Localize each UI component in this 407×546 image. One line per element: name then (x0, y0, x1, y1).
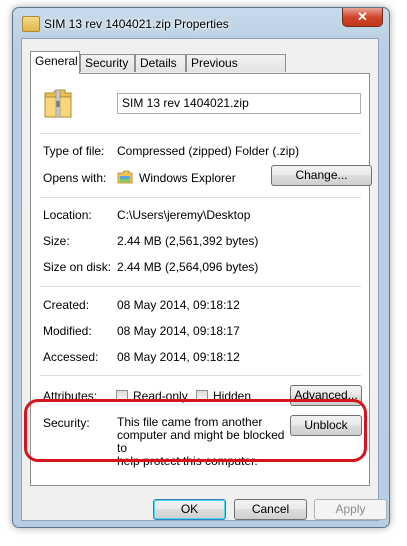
close-icon: ✕ (357, 9, 368, 24)
tab-security[interactable]: Security (80, 54, 135, 72)
tab-details[interactable]: Details (135, 54, 186, 72)
window-title: SIM 13 rev 1404021.zip Properties (44, 17, 229, 31)
divider (40, 286, 361, 287)
accessed-value: 08 May 2014, 09:18:12 (117, 350, 240, 364)
zip-folder-icon (44, 89, 72, 118)
filename-field[interactable]: SIM 13 rev 1404021.zip (117, 93, 361, 114)
ok-button[interactable]: OK (153, 499, 226, 520)
opens-with-value: Windows Explorer (139, 171, 236, 185)
title-bar[interactable]: SIM 13 rev 1404021.zip Properties ✕ (13, 8, 389, 42)
accessed-label: Accessed: (43, 350, 99, 364)
modified-label: Modified: (43, 324, 92, 338)
security-highlight-ring (24, 399, 367, 462)
tab-previous-versions[interactable]: Previous Versions (186, 54, 286, 87)
size-label: Size: (43, 234, 70, 248)
apply-button[interactable]: Apply (314, 499, 387, 520)
divider (40, 375, 361, 376)
created-label: Created: (43, 298, 90, 312)
tab-general[interactable]: General (30, 51, 80, 74)
modified-value: 08 May 2014, 09:18:17 (117, 324, 240, 338)
close-button[interactable]: ✕ (342, 8, 383, 27)
divider (40, 133, 361, 134)
location-label: Location: (43, 208, 92, 222)
zip-folder-icon (22, 16, 40, 32)
created-value: 08 May 2014, 09:18:12 (117, 298, 240, 312)
location-value: C:\Users\jeremy\Desktop (117, 208, 251, 222)
size-on-disk-label: Size on disk: (43, 260, 112, 274)
cancel-button[interactable]: Cancel (234, 499, 307, 520)
opens-with-label: Opens with: (43, 171, 107, 185)
type-label: Type of file: (43, 144, 105, 158)
divider (40, 197, 361, 198)
size-value: 2.44 MB (2,561,392 bytes) (117, 234, 259, 248)
size-on-disk-value: 2.44 MB (2,564,096 bytes) (117, 260, 259, 274)
type-value: Compressed (zipped) Folder (.zip) (117, 144, 300, 158)
change-button[interactable]: Change... (271, 165, 372, 186)
windows-explorer-icon (117, 170, 133, 184)
